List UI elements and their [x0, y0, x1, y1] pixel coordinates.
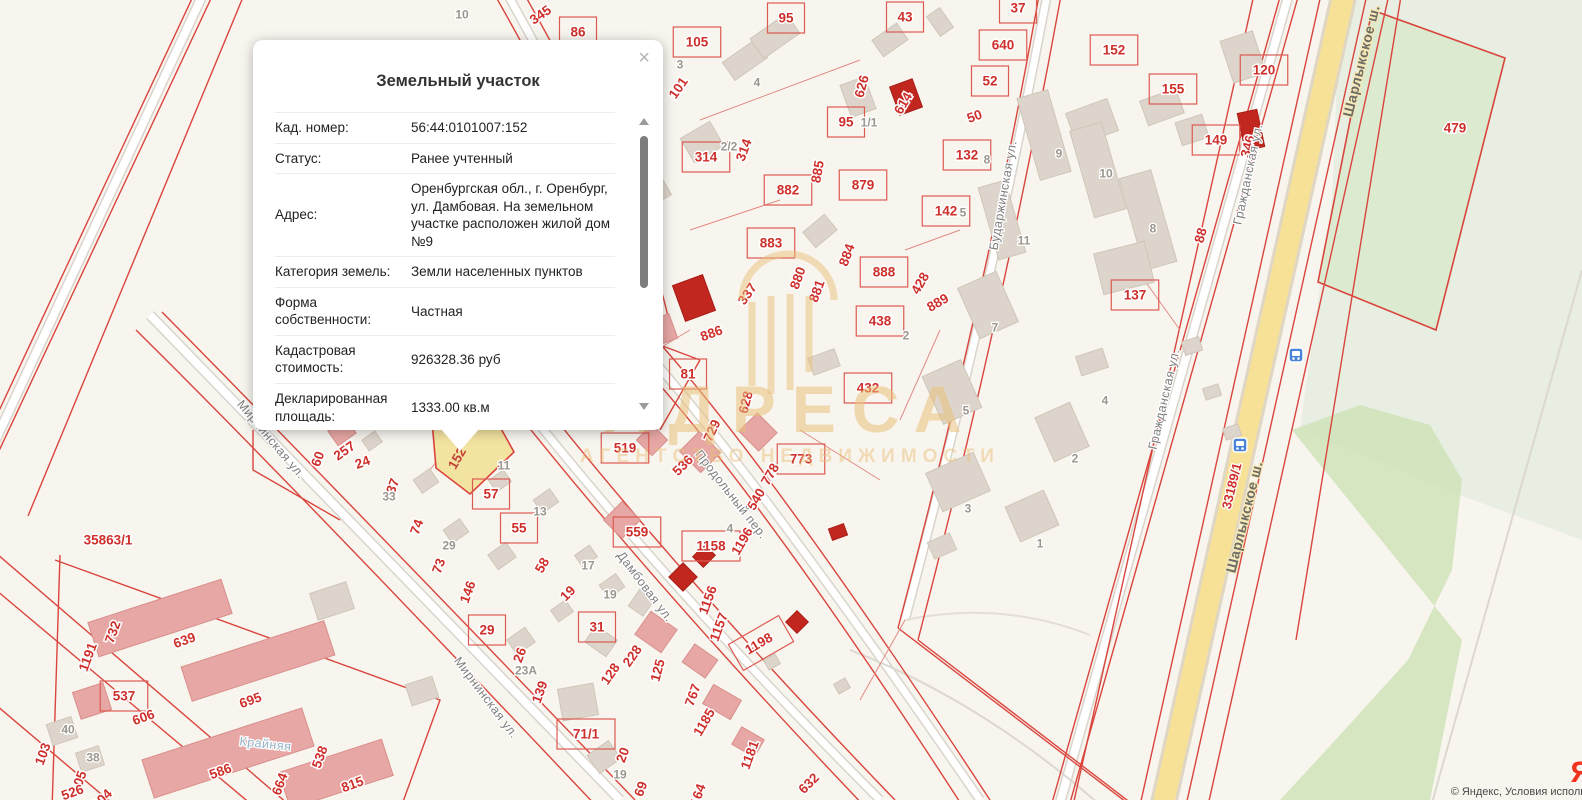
- parcel-number: 55: [511, 521, 527, 536]
- parcel-number: 1: [1037, 537, 1044, 551]
- parcel-number: 4: [754, 76, 761, 90]
- parcel-number: 29: [442, 539, 456, 553]
- parcel-number: 71/1: [573, 727, 600, 742]
- field-row: Форма собственности: Частная: [275, 288, 615, 336]
- parcel-number: 438: [869, 314, 892, 329]
- parcel-number: 132: [956, 148, 979, 163]
- field-label: Адрес:: [275, 206, 403, 224]
- field-label: Кадастровая стоимость:: [275, 342, 403, 377]
- parcel-number: 95: [838, 115, 854, 130]
- field-label: Кад. номер:: [275, 119, 403, 137]
- parcel-number: 19: [613, 768, 627, 782]
- scroll-thumb[interactable]: [640, 136, 648, 288]
- parcel-number: 35863/1: [84, 533, 133, 548]
- parcel-number: 479: [1444, 121, 1467, 136]
- parcel-number: 29: [479, 623, 494, 638]
- field-value: Ранее учтенный: [411, 150, 615, 168]
- field-label: Статус:: [275, 150, 403, 168]
- field-value: 926328.36 руб: [411, 351, 615, 369]
- yandex-logo: Я: [1570, 760, 1582, 786]
- cadastral-map[interactable]: 10345869510543310146262/2314314951/16143…: [0, 0, 1582, 800]
- parcel-number: 1158: [696, 539, 726, 554]
- watermark-subtitle: АГЕНТСТВО НЕДВИЖИМОСТИ: [580, 446, 1000, 467]
- parcel-number: 149: [1205, 133, 1228, 148]
- building: [557, 683, 598, 721]
- scroll-up-arrow-icon[interactable]: [639, 118, 649, 125]
- parcel-number: 640: [992, 38, 1015, 53]
- parcel-number: 7: [992, 321, 999, 335]
- field-value: 1333.00 кв.м: [411, 399, 615, 417]
- parcel-number: 2: [1072, 452, 1079, 466]
- parcel-number: 5: [960, 206, 967, 220]
- parcel-number: 11: [1018, 234, 1031, 248]
- field-row: Декларированная площадь: 1333.00 кв.м: [275, 384, 615, 422]
- parcel-number: 23А: [515, 664, 537, 678]
- popup-title: Земельный участок: [253, 72, 663, 91]
- parcel-number: 4: [1102, 394, 1109, 408]
- parcel-number: 10: [1099, 167, 1113, 181]
- parcel-number: 13: [533, 505, 547, 519]
- field-label: Категория земель:: [275, 263, 403, 281]
- map-attribution: Я © Яндекс, Условия исполь: [1451, 760, 1580, 798]
- field-label: Декларированная площадь:: [275, 390, 403, 422]
- parcel-number: 142: [935, 204, 958, 219]
- parcel-number: 40: [61, 723, 75, 737]
- field-value: 56:44:0101007:152: [411, 119, 615, 137]
- parcel-number: 879: [852, 178, 875, 193]
- parcel-number: 152: [1103, 43, 1126, 58]
- parcel-info-popup: × Земельный участок Кад. номер: 56:44:010…: [253, 40, 663, 430]
- parcel-number: 888: [873, 265, 896, 280]
- parcel-number: 95: [778, 11, 794, 26]
- parcel-number: 882: [777, 183, 800, 198]
- field-label: Форма собственности:: [275, 294, 403, 329]
- parcel-number: 1/1: [861, 116, 878, 130]
- parcel-number: 9: [1056, 147, 1063, 161]
- popup-callout-tail: [440, 428, 480, 451]
- parcel-number: 2: [903, 329, 910, 343]
- field-value: Оренбургская обл., г. Оренбург, ул. Дамб…: [411, 180, 615, 250]
- parcel-number: 559: [626, 525, 649, 540]
- parcel-number: 86: [570, 25, 586, 40]
- parcel-number: 105: [686, 35, 709, 50]
- parcel-number: 155: [1162, 82, 1185, 97]
- parcel-number: 8: [984, 153, 991, 167]
- field-value: Частная: [411, 303, 615, 321]
- parcel-number: 19: [603, 588, 617, 602]
- parcel-number: 3: [965, 502, 972, 516]
- parcel-number: 3: [677, 58, 684, 72]
- parcel-number: 57: [483, 487, 498, 502]
- attribution-text[interactable]: © Яндекс, Условия исполь: [1451, 786, 1582, 798]
- parcel-number: 10: [455, 8, 469, 22]
- parcel-number: 38: [86, 751, 100, 765]
- field-row: Кад. номер: 56:44:0101007:152: [275, 113, 615, 144]
- parcel-number: 137: [1124, 288, 1147, 303]
- bus-stop-icon[interactable]: [1289, 348, 1303, 362]
- popup-fields: Кад. номер: 56:44:0101007:152 Статус: Ранее…: [275, 112, 615, 422]
- parcel-number: 8: [1150, 222, 1157, 236]
- popup-scrollbar[interactable]: [639, 118, 649, 410]
- parcel-number: 11: [498, 459, 511, 473]
- parcel-number: 883: [760, 236, 783, 251]
- parcel-number: 4: [727, 522, 734, 536]
- parcel-number: 52: [982, 74, 997, 89]
- parcel-number: 43: [897, 10, 913, 25]
- field-value: Земли населенных пунктов: [411, 263, 615, 281]
- parcel-number: 17: [581, 559, 595, 573]
- parcel-number: 314: [695, 150, 718, 165]
- parcel-number: 120: [1253, 63, 1276, 78]
- close-icon[interactable]: ×: [638, 48, 650, 68]
- parcel-number: 33: [382, 490, 396, 504]
- parcel-number: 31: [589, 620, 605, 635]
- field-row: Адрес: Оренбургская обл., г. Оренбург, ул…: [275, 174, 615, 257]
- field-row: Кадастровая стоимость: 926328.36 руб: [275, 336, 615, 384]
- parcel-number: 37: [1010, 1, 1025, 16]
- field-row: Статус: Ранее учтенный: [275, 144, 615, 175]
- parcel-number: 537: [113, 689, 136, 704]
- bus-stop-icon[interactable]: [1233, 438, 1247, 452]
- scroll-down-arrow-icon[interactable]: [639, 403, 649, 410]
- field-row: Категория земель: Земли населенных пункто…: [275, 257, 615, 288]
- map-stage: 10345869510543310146262/2314314951/16143…: [0, 0, 1582, 800]
